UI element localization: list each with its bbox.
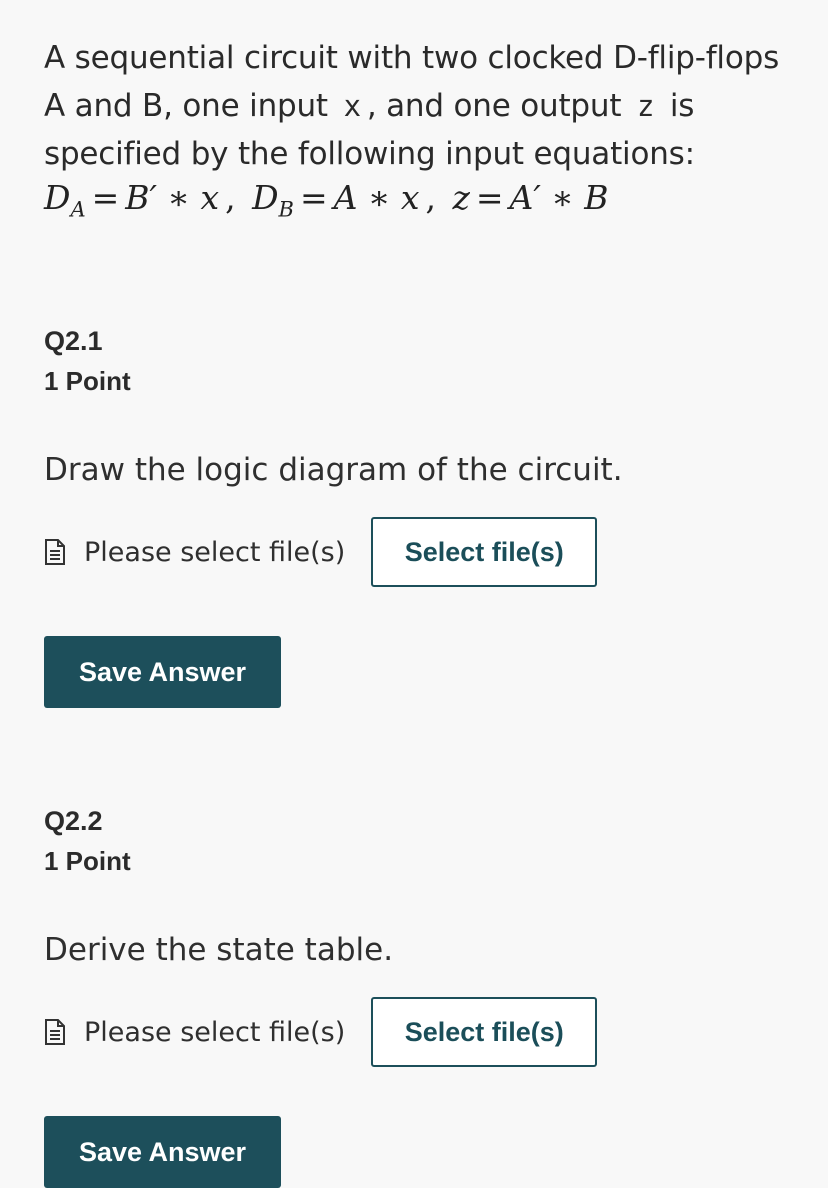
question-prompt: Derive the state table.	[44, 932, 394, 968]
file-status-text: Please select file(s)	[84, 536, 346, 568]
question-points: 1 Point	[44, 366, 131, 396]
save-answer-button[interactable]: Save Answer	[44, 1116, 281, 1188]
question-2-1: Q2.1 1 Point Draw the logic diagram of t…	[44, 321, 784, 708]
intro-text-2: , and one output	[366, 88, 622, 124]
eq-z: z = A′ ∗ B	[452, 178, 609, 217]
document-icon	[44, 539, 66, 565]
input-equations: DA = B′ ∗ x, DB = A ∗ x, z = A′ ∗ B	[44, 178, 609, 222]
select-files-button[interactable]: Select file(s)	[371, 517, 598, 587]
save-answer-button[interactable]: Save Answer	[44, 636, 281, 708]
eq-da: DA = B′ ∗ x	[44, 178, 220, 222]
file-upload-row: Please select file(s) Select file(s)	[44, 996, 784, 1068]
question-page: A sequential circuit with two clocked D-…	[0, 0, 828, 1188]
select-files-button[interactable]: Select file(s)	[371, 997, 598, 1067]
question-2-2: Q2.2 1 Point Derive the state table. Ple…	[44, 801, 784, 1188]
question-intro: A sequential circuit with two clocked D-…	[44, 34, 784, 178]
question-points: 1 Point	[44, 846, 131, 876]
question-prompt: Draw the logic diagram of the circuit.	[44, 452, 623, 488]
output-variable: z	[636, 89, 655, 123]
input-variable: x	[343, 89, 361, 123]
eq-db: DB = A ∗ x	[252, 178, 420, 222]
file-upload-row: Please select file(s) Select file(s)	[44, 516, 784, 588]
document-icon	[44, 1019, 66, 1045]
question-number: Q2.2	[44, 806, 103, 836]
file-status-text: Please select file(s)	[84, 1016, 346, 1048]
question-number: Q2.1	[44, 326, 103, 356]
